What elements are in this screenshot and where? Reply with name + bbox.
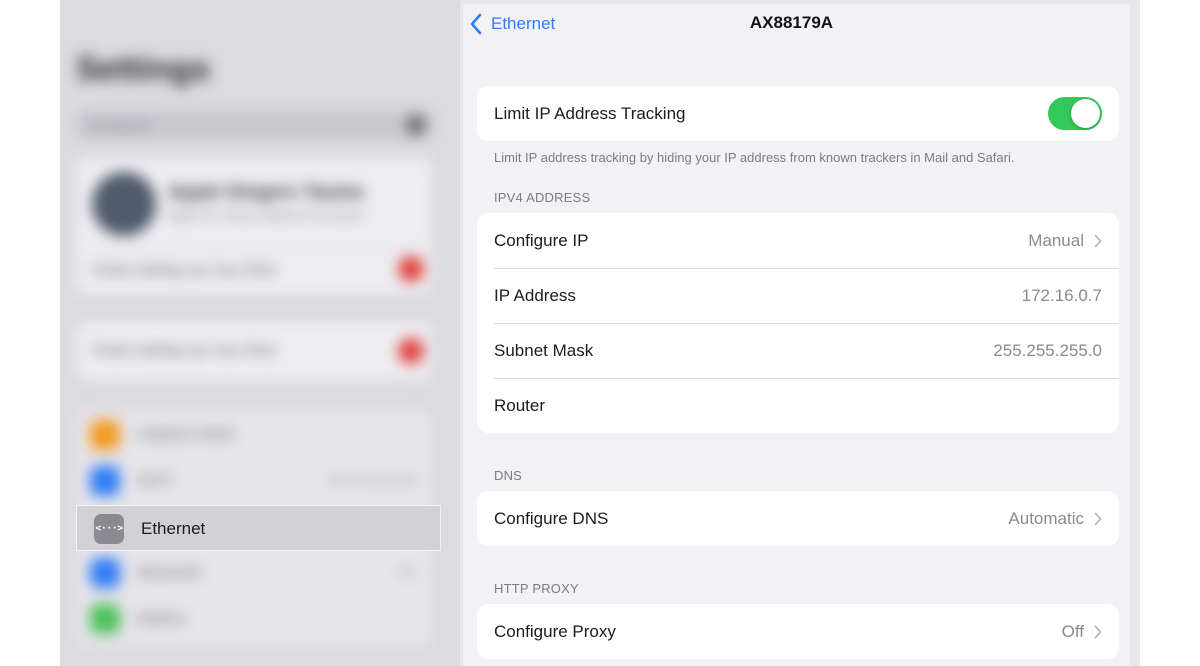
configure-proxy-row[interactable]: Configure Proxy Off <box>477 604 1119 659</box>
sidebar-item-label: Battery <box>138 610 186 627</box>
dns-group: Configure DNS Automatic <box>477 491 1119 546</box>
subnet-mask-row[interactable]: Subnet Mask 255.255.255.0 <box>477 323 1119 378</box>
bluetooth-icon <box>90 558 120 588</box>
ethernet-icon: <···> <box>94 514 124 544</box>
toggle-knob <box>1071 99 1100 128</box>
sidebar-item-ethernet[interactable]: <···> Ethernet <box>76 505 441 551</box>
tracking-group: Limit IP Address Tracking <box>477 86 1119 141</box>
sidebar-title: Settings <box>76 50 211 88</box>
configure-proxy-value: Off <box>1061 621 1084 641</box>
avatar <box>92 172 156 236</box>
sidebar-item-value: On <box>398 564 416 579</box>
ip-address-row[interactable]: IP Address 172.16.0.7 <box>477 268 1119 323</box>
subnet-mask-label: Subnet Mask <box>494 340 594 360</box>
sidebar-item-bluetooth[interactable]: Bluetooth On <box>76 550 432 596</box>
sidebar-search[interactable]: Q Search <box>76 110 432 140</box>
limit-ip-tracking-toggle[interactable] <box>1048 97 1102 130</box>
ipad-screen: Settings Q Search Apple Gingers Tauma Ap… <box>60 0 1140 666</box>
sidebar-item-label: Airplane Mode <box>138 426 235 443</box>
router-row[interactable]: Router <box>477 378 1119 433</box>
ipv4-group: Configure IP Manual IP Address 172.16.0.… <box>477 213 1119 433</box>
page-title: AX88179A <box>749 13 834 32</box>
battery-icon <box>90 604 120 634</box>
sidebar-item-wifi[interactable]: Wi-Fi Not Connected <box>76 458 432 504</box>
airplane-icon <box>90 420 120 450</box>
chevron-right-icon <box>1094 234 1102 247</box>
limit-ip-tracking-row: Limit IP Address Tracking <box>477 86 1119 141</box>
chevron-right-icon <box>1094 512 1102 525</box>
configure-proxy-label: Configure Proxy <box>494 621 616 641</box>
configure-dns-value: Automatic <box>1008 508 1084 528</box>
configure-ip-row[interactable]: Configure IP Manual <box>477 213 1119 268</box>
divider <box>92 248 432 249</box>
ip-address-label: IP Address <box>494 285 576 305</box>
chevron-right-icon <box>1094 625 1102 638</box>
configure-ip-label: Configure IP <box>494 230 589 250</box>
sidebar-item-label: Ethernet <box>141 519 206 538</box>
search-placeholder: Q Search <box>90 117 150 133</box>
microphone-icon[interactable] <box>406 115 426 135</box>
router-label: Router <box>494 395 546 415</box>
sidebar-item-label: Bluetooth <box>138 564 202 581</box>
ethernet-detail-pane: Ethernet AX88179A Limit IP Address Track… <box>463 4 1130 666</box>
configure-ip-value: Manual <box>1028 230 1084 250</box>
http-proxy-section-header: HTTP PROXY <box>494 581 579 596</box>
notification-badge <box>398 256 424 282</box>
http-proxy-group: Configure Proxy Off <box>477 604 1119 659</box>
account-name: Apple Gingers Tauma <box>168 182 363 203</box>
wifi-icon <box>90 466 120 496</box>
account-subtitle: Apple ID, iCloud, Media & Purchases <box>168 208 366 222</box>
notification-badge <box>398 338 424 364</box>
sidebar-item-battery[interactable]: Battery <box>76 596 432 642</box>
ipv4-section-header: IPV4 ADDRESS <box>494 190 591 205</box>
ip-address-value[interactable]: 172.16.0.7 <box>1022 286 1102 306</box>
configure-dns-row[interactable]: Configure DNS Automatic <box>477 491 1119 546</box>
sidebar-item-airplane[interactable]: Airplane Mode <box>76 412 432 458</box>
account-card[interactable]: Apple Gingers Tauma Apple ID, iCloud, Me… <box>76 158 432 294</box>
dns-section-header: DNS <box>494 468 523 483</box>
finish-setup-label: Finish Setting Up Your iPad <box>92 342 275 359</box>
tracking-footnote: Limit IP address tracking by hiding your… <box>494 150 1015 165</box>
sidebar-item-value: Not Connected <box>329 472 416 487</box>
sidebar-item-label: Wi-Fi <box>138 472 173 489</box>
limit-ip-tracking-label: Limit IP Address Tracking <box>494 103 686 123</box>
finish-setup-card[interactable]: Finish Setting Up Your iPad <box>76 322 432 380</box>
setup-row-label[interactable]: Finish Setting Up Your iPad <box>92 262 275 279</box>
subnet-mask-value[interactable]: 255.255.255.0 <box>993 341 1102 361</box>
configure-dns-label: Configure DNS <box>494 508 609 528</box>
settings-sidebar: Settings Q Search Apple Gingers Tauma Ap… <box>60 0 460 666</box>
